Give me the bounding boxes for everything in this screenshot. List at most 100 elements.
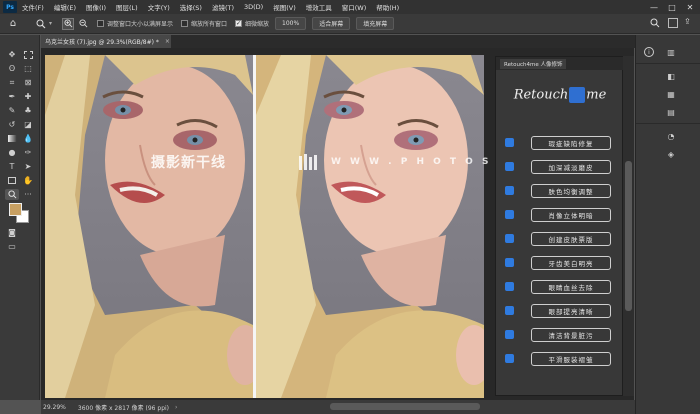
info-icon[interactable]: i: [644, 47, 654, 57]
frame-tool-icon[interactable]: ⊠: [21, 77, 35, 88]
zoom-out-icon[interactable]: [77, 18, 89, 30]
scrollbar-thumb[interactable]: [625, 161, 632, 311]
history-brush-tool-icon[interactable]: ↺: [5, 119, 19, 130]
menu-type[interactable]: 文字(Y): [143, 2, 175, 12]
zoom-tool-active-icon[interactable]: [5, 189, 19, 200]
skin-tone-button[interactable]: 肤色均衡调整: [531, 183, 611, 198]
fabric-button[interactable]: 平滑服装褶皱: [531, 351, 611, 366]
menu-filter[interactable]: 滤镜(T): [207, 2, 239, 12]
clone-stamp-tool-icon[interactable]: ♣: [21, 105, 35, 116]
document-tab[interactable]: 乌克兰女孩 (7).jpg @ 29.3%(RGB/8#) * ×: [41, 35, 171, 48]
menu-plugins[interactable]: 增效工具: [301, 2, 337, 12]
dodge-tool-icon[interactable]: ●: [5, 147, 19, 158]
zoom-100-button[interactable]: 100%: [275, 17, 307, 30]
skin-mask-button[interactable]: 创建皮肤票版: [531, 231, 611, 246]
tool-preset-chevron-icon[interactable]: ▾: [49, 20, 54, 27]
move-tool-icon[interactable]: ✥: [5, 49, 19, 60]
blur-tool-icon[interactable]: 💧: [21, 133, 35, 144]
history-icon[interactable]: ▥: [666, 47, 676, 57]
gradient-tool-icon[interactable]: [5, 133, 19, 144]
menu-edit[interactable]: 编辑(E): [49, 2, 81, 12]
hand-tool-icon[interactable]: ✋: [21, 175, 35, 186]
more-tools-icon[interactable]: ···: [21, 189, 35, 200]
foreground-color-swatch[interactable]: [9, 203, 22, 216]
plugin-toggle-checkbox[interactable]: [505, 186, 514, 195]
adjustments-icon[interactable]: ◔: [666, 131, 676, 141]
layers-icon[interactable]: ◈: [666, 149, 676, 159]
document-tab-bar: 乌克兰女孩 (7).jpg @ 29.3%(RGB/8#) * ×: [41, 35, 635, 48]
menu-help[interactable]: 帮助(H): [371, 2, 404, 12]
menu-bar: Ps 文件(F) 编辑(E) 图像(I) 图层(L) 文字(Y) 选择(S) 滤…: [0, 0, 700, 14]
resize-windows-checkbox[interactable]: 调整窗口大小以满屏显示: [97, 19, 173, 28]
document-tab-title: 乌克兰女孩 (7).jpg @ 29.3%(RGB/8#) *: [45, 39, 159, 46]
dodge-burn-button[interactable]: 加深减淡磨皮: [531, 159, 611, 174]
maximize-button[interactable]: □: [663, 0, 681, 14]
menu-3d[interactable]: 3D(D): [239, 3, 268, 11]
plugin-tab-title[interactable]: Retouch4me 人像修饰: [500, 59, 567, 69]
plugin-toggle-checkbox[interactable]: [505, 330, 514, 339]
close-tab-icon[interactable]: ×: [165, 38, 170, 45]
plugin-toggle-checkbox[interactable]: [505, 354, 514, 363]
menu-view[interactable]: 视图(V): [268, 2, 301, 12]
photoshop-logo: Ps: [3, 1, 17, 13]
swatches-icon[interactable]: ▦: [666, 89, 676, 99]
crop-tool-icon[interactable]: ⌗: [5, 77, 19, 88]
zoom-all-windows-checkbox[interactable]: 缩放所有窗口: [181, 19, 227, 28]
fit-screen-button[interactable]: 适合屏幕: [312, 17, 351, 30]
plugin-toggle-checkbox[interactable]: [505, 258, 514, 267]
quick-mask-icon[interactable]: ◙: [5, 227, 19, 238]
plugin-toggle-checkbox[interactable]: [505, 210, 514, 219]
plugin-row: 瑕疵缺陷修复: [505, 135, 615, 150]
scrubby-zoom-checkbox[interactable]: ✓ 细微缩放: [235, 19, 269, 28]
portrash-volumes-button[interactable]: 肖像立体明暗: [531, 207, 611, 222]
marquee-tool-icon[interactable]: [21, 49, 35, 60]
white-teeth-button[interactable]: 牙齿美白明亮: [531, 255, 611, 270]
lasso-tool-icon[interactable]: ʘ: [5, 63, 19, 74]
eye-vessels-button[interactable]: 眼睛血丝去除: [531, 279, 611, 294]
workspace-icon[interactable]: [668, 18, 678, 28]
type-tool-icon[interactable]: T: [5, 161, 19, 172]
vertical-scrollbar[interactable]: [623, 56, 634, 396]
color-icon[interactable]: ◧: [666, 71, 676, 81]
clean-backdrop-button[interactable]: 清洁背景脏污: [531, 327, 611, 342]
quick-select-tool-icon[interactable]: ⬚: [21, 63, 35, 74]
zoom-in-icon[interactable]: [62, 17, 74, 30]
search-icon[interactable]: [650, 18, 660, 28]
home-icon[interactable]: ⌂: [6, 17, 20, 31]
logo-badge-icon: [569, 87, 586, 103]
menu-window[interactable]: 窗口(W): [337, 2, 372, 12]
document-info: 3600 像素 x 2817 像素 (96 ppi): [77, 404, 170, 412]
menu-select[interactable]: 选择(S): [175, 2, 207, 12]
spot-healing-tool-icon[interactable]: ✚: [21, 91, 35, 102]
eyedropper-tool-icon[interactable]: ✒: [5, 91, 19, 102]
libraries-icon[interactable]: ▤: [666, 107, 676, 117]
fill-screen-button[interactable]: 填充屏幕: [356, 17, 395, 30]
close-window-button[interactable]: ✕: [681, 0, 699, 14]
eye-brilliance-button[interactable]: 眼部提亮清晰: [531, 303, 611, 318]
eraser-tool-icon[interactable]: ◪: [21, 119, 35, 130]
share-icon[interactable]: ⇪: [684, 17, 691, 26]
heal-blemish-button[interactable]: 瑕疵缺陷修复: [531, 135, 611, 150]
plugin-toggle-checkbox[interactable]: [505, 306, 514, 315]
path-select-tool-icon[interactable]: ➤: [21, 161, 35, 172]
menu-file[interactable]: 文件(F): [17, 2, 49, 12]
menu-image[interactable]: 图像(I): [81, 2, 111, 12]
zoom-percentage[interactable]: 29.29%: [43, 404, 66, 411]
logo-text-left: Retouch: [513, 87, 569, 103]
plugin-toggle-checkbox[interactable]: [505, 234, 514, 243]
photo-after: [256, 55, 484, 398]
plugin-toggle-checkbox[interactable]: [505, 138, 514, 147]
plugin-toggle-checkbox[interactable]: [505, 162, 514, 171]
rectangle-tool-icon[interactable]: [5, 175, 19, 186]
pen-tool-icon[interactable]: ✑: [21, 147, 35, 158]
horizontal-scrollbar-thumb[interactable]: [330, 403, 480, 410]
screen-mode-icon[interactable]: ▭: [5, 241, 19, 252]
brush-tool-icon[interactable]: ✎: [5, 105, 19, 116]
status-arrow-icon[interactable]: ›: [175, 404, 177, 411]
plugin-toggle-checkbox[interactable]: [505, 282, 514, 291]
plugin-row: 眼部提亮清晰: [505, 303, 615, 318]
checkbox-box: [181, 20, 189, 27]
zoom-tool-icon[interactable]: [34, 17, 48, 31]
minimize-button[interactable]: —: [645, 0, 663, 14]
menu-layer[interactable]: 图层(L): [111, 2, 143, 12]
